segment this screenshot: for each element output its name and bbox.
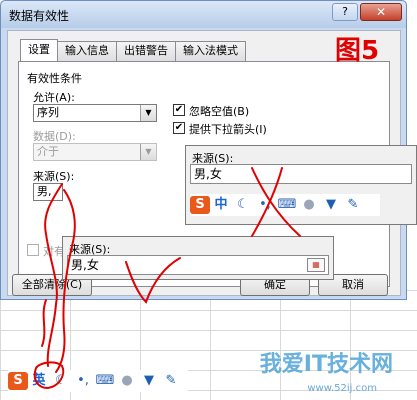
range-selector-icon[interactable]: ▦ — [307, 258, 325, 272]
figure-label: 图5 — [335, 36, 380, 66]
user-icon[interactable]: ● — [116, 371, 138, 391]
moon-icon[interactable]: ☾ — [50, 371, 72, 391]
apply-all-checkbox[interactable] — [27, 244, 39, 256]
chevron-down-icon: ▼ — [140, 105, 156, 121]
sogou-logo-icon: S — [8, 372, 28, 390]
screenshot: 数据有效性 ? ✕ 设置 输入信息 出错警告 输入法模式 有效性条件 允许(A)… — [0, 0, 417, 400]
data-label: 数据(D): — [33, 130, 76, 143]
user-icon[interactable]: ● — [298, 195, 320, 215]
chevron-down-icon: ▼ — [140, 144, 156, 160]
allow-select[interactable]: 序列 ▼ — [33, 104, 157, 122]
sogou-logo-icon: S — [190, 196, 210, 214]
wrench-icon[interactable]: ✎ — [160, 371, 182, 391]
keyboard-icon[interactable]: ⌨ — [94, 371, 116, 391]
allow-label: 允许(A): — [33, 91, 75, 104]
ime-toolbar-bottom: S 英 ☾ •, ⌨ ● ▼ ✎ — [8, 370, 188, 392]
close-button[interactable]: ✕ — [360, 3, 402, 21]
ignore-blank-label: 忽略空值(B) — [189, 105, 250, 118]
source-popup-top-input[interactable]: 男,女 — [190, 164, 412, 184]
tab-error-alert[interactable]: 出错警告 — [116, 41, 176, 61]
tab-input-message[interactable]: 输入信息 — [57, 41, 117, 61]
ime-mode-indicator[interactable]: 中 — [210, 195, 232, 215]
tab-settings[interactable]: 设置 — [20, 39, 58, 61]
source-label: 来源(S): — [33, 170, 75, 183]
wrench-icon[interactable]: ✎ — [342, 195, 364, 215]
tab-ime-mode[interactable]: 输入法模式 — [175, 41, 246, 61]
ime-mode-indicator[interactable]: 英 — [28, 371, 50, 391]
watermark-url: www.52ij.com — [307, 383, 377, 394]
in-cell-dropdown-checkbox[interactable]: ✔ — [173, 122, 185, 134]
help-button[interactable]: ? — [332, 3, 358, 21]
punctuation-icon[interactable]: •, — [254, 195, 276, 215]
skin-icon[interactable]: ▼ — [320, 195, 342, 215]
keyboard-icon[interactable]: ⌨ — [276, 195, 298, 215]
dialog-title: 数据有效性 — [9, 9, 70, 23]
source-popup-bottom: 来源(S): 男,女 ▦ — [62, 236, 334, 280]
watermark-logo: 我爱IT技术网 — [259, 352, 393, 377]
allow-select-value: 序列 — [37, 106, 59, 119]
moon-icon[interactable]: ☾ — [232, 195, 254, 215]
ime-toolbar-top: S 中 ☾ •, ⌨ ● ▼ ✎ — [190, 194, 380, 216]
title-bar: 数据有效性 ? ✕ — [1, 1, 406, 28]
source-popup-bottom-input[interactable]: 男,女 — [67, 255, 329, 275]
skin-icon[interactable]: ▼ — [138, 371, 160, 391]
source-input[interactable]: 男, — [33, 183, 63, 201]
data-select-value: 介于 — [37, 145, 59, 158]
punctuation-icon[interactable]: •, — [72, 371, 94, 391]
in-cell-dropdown-label: 提供下拉箭头(I) — [189, 123, 267, 136]
data-select[interactable]: 介于 ▼ — [33, 143, 157, 161]
tab-strip: 设置 输入信息 出错警告 输入法模式 — [20, 39, 246, 61]
ignore-blank-checkbox[interactable]: ✔ — [173, 104, 185, 116]
validation-criteria-heading: 有效性条件 — [27, 72, 82, 85]
